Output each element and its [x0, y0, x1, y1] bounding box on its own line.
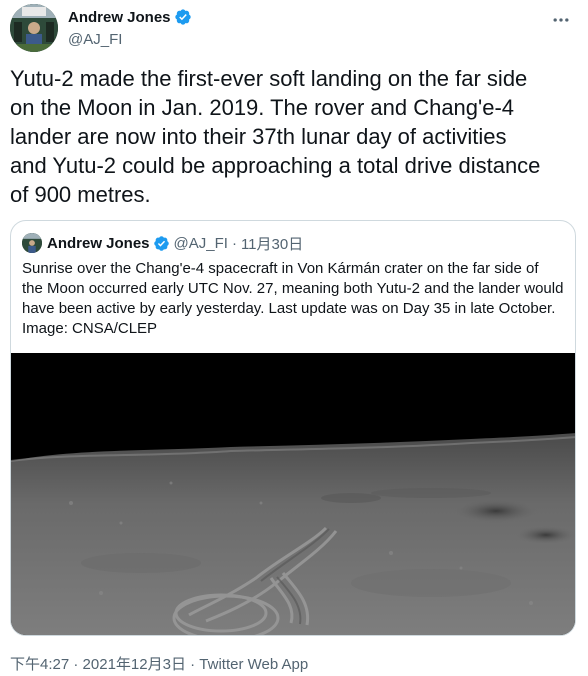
tweet-text: Yutu-2 made the first-ever soft landing …: [10, 66, 541, 207]
author-avatar[interactable]: [10, 4, 58, 52]
quoted-tweet[interactable]: Andrew Jones @AJ_FI · 11月30日 Sunrise ove…: [10, 220, 576, 636]
quoted-tweet-date: 11月30日: [240, 235, 304, 253]
lunar-surface-photo[interactable]: [11, 353, 575, 635]
tweet-source[interactable]: Twitter Web App: [199, 656, 308, 673]
quoted-tweet-text: Sunrise over the Chang'e-4 spacecraft in…: [22, 260, 564, 337]
quoted-tweet-header: Andrew Jones @AJ_FI · 11月30日: [22, 233, 303, 253]
separator-dot: ·: [231, 234, 237, 252]
verified-badge-icon: [174, 9, 191, 25]
quoted-author-avatar: [22, 233, 42, 253]
quoted-author-handle: @AJ_FI: [173, 234, 228, 252]
separator-dot: ·: [190, 656, 196, 673]
tweet-date[interactable]: 2021年12月3日: [83, 656, 186, 673]
tweet-time[interactable]: 下午4:27: [10, 656, 69, 673]
verified-badge-icon: [153, 235, 169, 251]
tweet-metadata: 下午4:27 · 2021年12月3日 · Twitter Web App: [10, 653, 308, 674]
author-name[interactable]: Andrew Jones: [68, 9, 171, 26]
separator-dot: ·: [73, 656, 79, 673]
author-handle[interactable]: @AJ_FI: [68, 31, 192, 48]
tweet-author: Andrew Jones @AJ_FI: [68, 7, 192, 48]
more-options-icon[interactable]: [550, 10, 572, 30]
quoted-author-name: Andrew Jones: [47, 234, 150, 252]
